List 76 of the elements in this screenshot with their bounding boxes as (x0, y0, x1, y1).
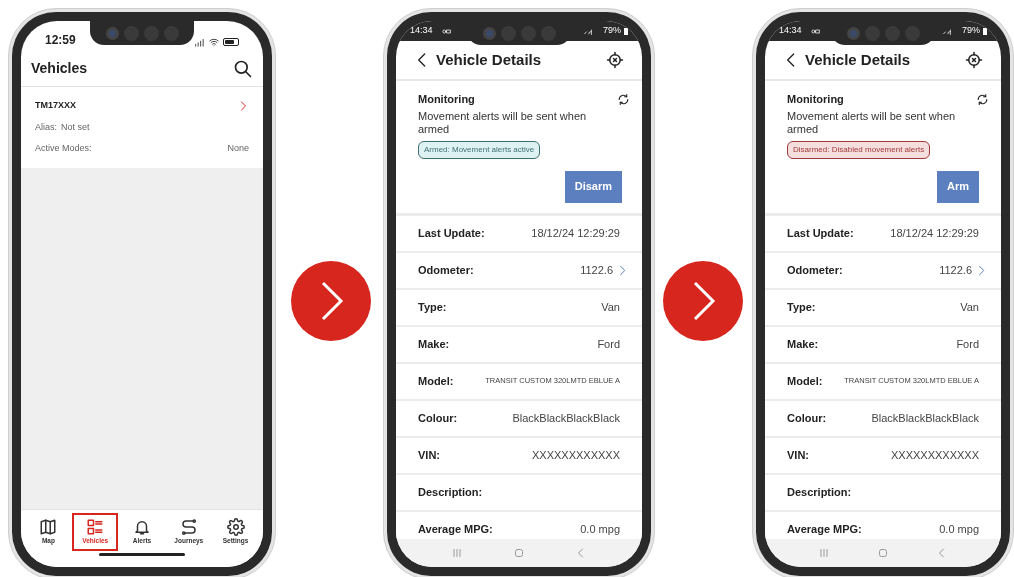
field-label: Model: (418, 373, 454, 389)
arm-toggle-button[interactable]: Disarm (564, 170, 622, 203)
field-label: Type: (787, 299, 816, 315)
field-value: 18/12/24 12:29:29 (531, 225, 620, 241)
search-icon[interactable] (233, 58, 253, 79)
crosshair-icon[interactable] (606, 51, 624, 69)
battery-percent: 79% (962, 24, 980, 38)
field-value: Van (960, 299, 979, 315)
field-label: VIN: (787, 447, 809, 463)
screen-title: Vehicles (31, 59, 88, 78)
recent-apps-icon[interactable] (818, 547, 831, 559)
home-icon[interactable] (513, 547, 525, 559)
chevron-right-icon[interactable] (976, 263, 987, 277)
field-value: Ford (956, 336, 979, 352)
status-badge: Armed: Movement alerts active (418, 140, 541, 159)
home-icon[interactable] (877, 547, 889, 559)
monitoring-heading: Monitoring (787, 92, 844, 107)
recent-apps-icon[interactable] (451, 547, 463, 559)
status-time: 14:34 (779, 24, 802, 38)
vehicle-registration: TM17XXX (35, 99, 76, 112)
field-value: 18/12/24 12:29:29 (890, 225, 979, 241)
monitoring-description: Movement alerts will be sent when armed (418, 109, 588, 136)
refresh-icon[interactable] (617, 92, 630, 106)
alias-value: Not set (61, 120, 90, 134)
active-modes-label: Active Modes: (35, 142, 92, 155)
field-value: Ford (597, 336, 620, 352)
field-label: Average MPG: (418, 521, 493, 537)
field-label: Make: (787, 336, 819, 352)
list-icon (86, 517, 105, 536)
status-badge: Disarmed: Disabled movement alerts (787, 140, 931, 159)
wifi-icon (208, 37, 220, 47)
alias-label: Alias: (35, 120, 57, 134)
screen-title: Vehicle Details (805, 49, 911, 70)
field-label: Description: (418, 484, 483, 500)
field-label: Last Update: (418, 225, 485, 241)
route-icon (179, 517, 198, 536)
signal-icon (193, 37, 205, 47)
field-value: 1122.6 (939, 262, 972, 278)
detail-row[interactable]: Odometer: 1122.6 (396, 252, 642, 288)
field-value: 1122.6 (580, 262, 613, 278)
status-time: 14:34 (410, 24, 433, 38)
field-label: Odometer: (418, 262, 474, 278)
battery-icon (624, 27, 628, 35)
settings-icon (226, 517, 245, 536)
field-value: XXXXXXXXXXXX (531, 447, 620, 463)
refresh-icon[interactable] (976, 92, 989, 106)
field-label: VIN: (418, 447, 440, 463)
field-label: Type: (418, 299, 447, 315)
field-label: Colour: (418, 410, 458, 426)
field-label: Description: (787, 484, 852, 500)
arm-toggle-button[interactable]: Arm (937, 170, 979, 203)
screen-title: Vehicle Details (436, 49, 542, 70)
battery-icon (223, 38, 239, 46)
field-label: Model: (787, 373, 823, 389)
field-value: Van (601, 299, 620, 315)
field-label: Colour: (787, 410, 827, 426)
field-value: XXXXXXXXXXXX (890, 447, 979, 463)
field-label: Make: (418, 336, 450, 352)
monitoring-description: Movement alerts will be sent when armed (787, 109, 957, 136)
detail-row[interactable]: Odometer: 1122.6 (765, 252, 1001, 288)
map-icon (39, 517, 58, 536)
field-value: 0.0 mpg (580, 521, 620, 537)
field-value: BlackBlackBlackBlack (871, 410, 979, 426)
status-time: 12:59 (45, 32, 76, 49)
field-label: Average MPG: (787, 521, 862, 537)
field-label: Last Update: (787, 225, 854, 241)
battery-icon (983, 27, 987, 35)
crosshair-icon[interactable] (965, 51, 983, 69)
vehicle-card[interactable]: TM17XXX Alias: Not set Active Modes: None (21, 87, 263, 168)
chevron-right-icon[interactable] (617, 263, 628, 277)
battery-percent: 79% (603, 24, 621, 38)
field-label: Odometer: (787, 262, 843, 278)
monitoring-heading: Monitoring (418, 92, 475, 107)
field-value: 0.0 mpg (939, 521, 979, 537)
field-value: BlackBlackBlackBlack (512, 410, 620, 426)
active-modes-value: None (227, 142, 249, 155)
